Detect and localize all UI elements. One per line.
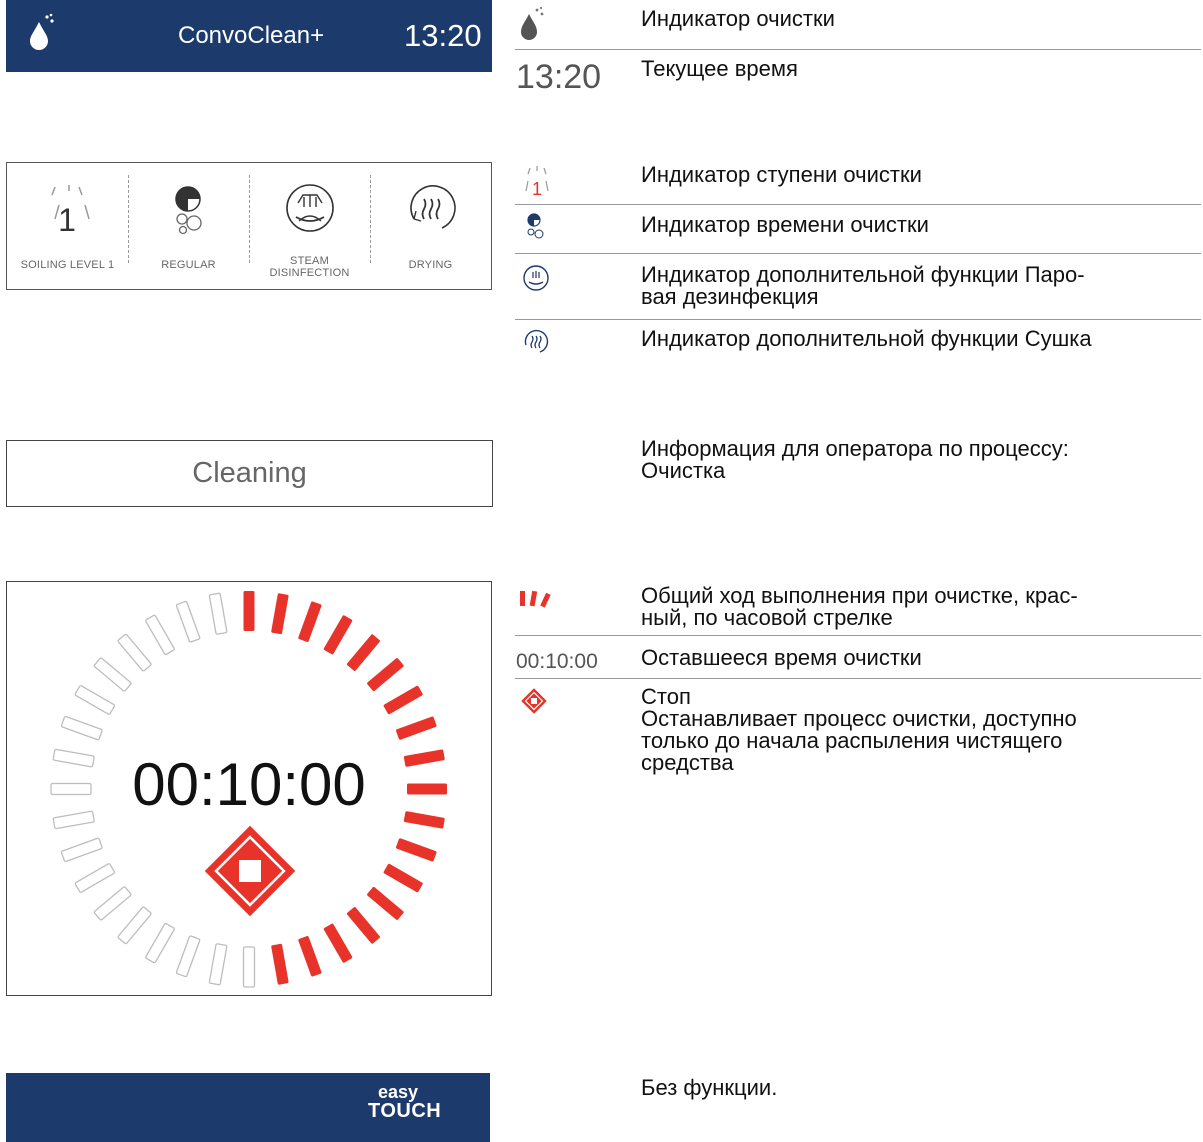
cleaning-time-label: REGULAR	[161, 259, 216, 271]
progress-segment-pending	[208, 592, 228, 635]
progress-segment-pending	[145, 922, 175, 964]
cleaning-time-icon	[527, 213, 544, 239]
progress-segment-done	[346, 907, 380, 944]
legend-remaining-time: Оставшееся время очистки	[641, 645, 922, 670]
legend-time-sample: 13:20	[516, 58, 602, 96]
legend-stop: Стоп Останавливает процесс очистки, дост…	[641, 684, 1077, 775]
progress-segment-done	[383, 685, 423, 715]
progress-segment-done	[396, 716, 437, 740]
divider	[515, 635, 1201, 636]
cleaning-drop-icon	[30, 13, 54, 50]
progress-segment-pending	[60, 715, 103, 741]
progress-segment-pending	[93, 657, 132, 692]
legend-soiling-level: Индикатор ступени очистки	[641, 162, 922, 187]
cleaning-drop-icon	[521, 6, 544, 40]
progress-segment-done	[271, 593, 289, 635]
process-status-text: Cleaning	[192, 457, 307, 489]
process-status-box: Cleaning	[6, 440, 493, 507]
steam-disinfection-item[interactable]: STEAM DISINFECTION	[249, 163, 370, 289]
divider	[515, 319, 1201, 320]
progress-segment-pending	[74, 685, 116, 715]
cleaning-time-icon	[175, 186, 202, 235]
progress-segment-done	[346, 634, 380, 671]
header-bar: ConvoClean+ 13:20	[6, 0, 492, 72]
cleaning-time-item[interactable]: REGULAR	[128, 163, 249, 289]
legend-steam-disinfection: Индикатор дополнительной функции Паро- в…	[641, 262, 1085, 309]
drying-icon	[524, 329, 549, 353]
divider	[515, 204, 1201, 205]
steam-disinfection-icon	[286, 184, 334, 232]
divider	[515, 49, 1201, 50]
cleaning-progress-dial: 00:10:00	[6, 581, 492, 996]
clock-time: 13:20	[404, 18, 482, 53]
cleaning-options-bar: 1 SOILING LEVEL 1 REGULAR STEAM DISINFEC…	[6, 162, 492, 290]
progress-segments-icon	[520, 590, 551, 608]
legend-process-info: Информация для оператора по процессу: Оч…	[641, 436, 1069, 483]
progress-segment-pending	[93, 886, 132, 921]
progress-segment-done	[367, 658, 404, 692]
drying-label: DRYING	[408, 259, 453, 271]
stop-icon	[239, 860, 261, 882]
progress-segment-done	[367, 886, 404, 920]
steam-disinfection-label: STEAM DISINFECTION	[269, 255, 350, 279]
legend-current-time: Текущее время	[641, 56, 798, 81]
progress-segment-done	[271, 943, 289, 985]
easytouch-logo: easy TOUCH	[368, 1082, 442, 1122]
progress-segment-done	[298, 936, 322, 977]
progress-segment-done	[298, 601, 322, 642]
soiling-level-1-icon: 1	[51, 185, 90, 238]
remaining-time: 00:10:00	[132, 751, 366, 818]
progress-segment-pending	[175, 935, 201, 978]
progress-segment-done	[323, 923, 353, 963]
progress-segment-pending	[175, 600, 201, 643]
program-title: ConvoClean+	[178, 22, 325, 49]
progress-segment-pending	[242, 946, 256, 988]
svg-text:1: 1	[532, 179, 542, 199]
footer-bar: easy TOUCH	[6, 1073, 490, 1142]
legend-remaining-sample: 00:10:00	[516, 650, 598, 673]
legend-no-function: Без функции.	[641, 1075, 778, 1100]
svg-text:1: 1	[58, 202, 76, 238]
soiling-level-1-icon: 1	[525, 166, 549, 199]
progress-segment-done	[383, 863, 423, 893]
legend-progress: Общий ход выполнения при очистке, крас- …	[641, 583, 1078, 630]
progress-segment-done	[323, 615, 353, 655]
steam-disinfection-icon	[523, 265, 549, 291]
legend-cleaning-time: Индикатор времени очистки	[641, 212, 929, 237]
progress-segment-pending	[117, 633, 152, 672]
stop-button[interactable]	[204, 825, 296, 917]
divider	[515, 253, 1201, 254]
divider	[515, 678, 1201, 679]
legend-cleaning-indicator: Индикатор очистки	[641, 6, 835, 31]
progress-segment-pending	[208, 943, 228, 986]
progress-segment-pending	[145, 614, 175, 656]
drying-icon	[410, 185, 456, 229]
progress-segment-done	[396, 838, 437, 862]
stop-icon	[521, 688, 547, 714]
legend-drying: Индикатор дополнительной функции Сушка	[641, 326, 1092, 351]
progress-segment-pending	[60, 837, 103, 863]
soiling-level-item[interactable]: 1 SOILING LEVEL 1	[7, 163, 128, 289]
progress-segment-pending	[117, 906, 152, 945]
soiling-level-label: SOILING LEVEL 1	[20, 259, 115, 271]
drying-item[interactable]: DRYING	[370, 163, 491, 289]
progress-segment-pending	[74, 863, 116, 893]
progress-segment-done	[243, 591, 255, 631]
